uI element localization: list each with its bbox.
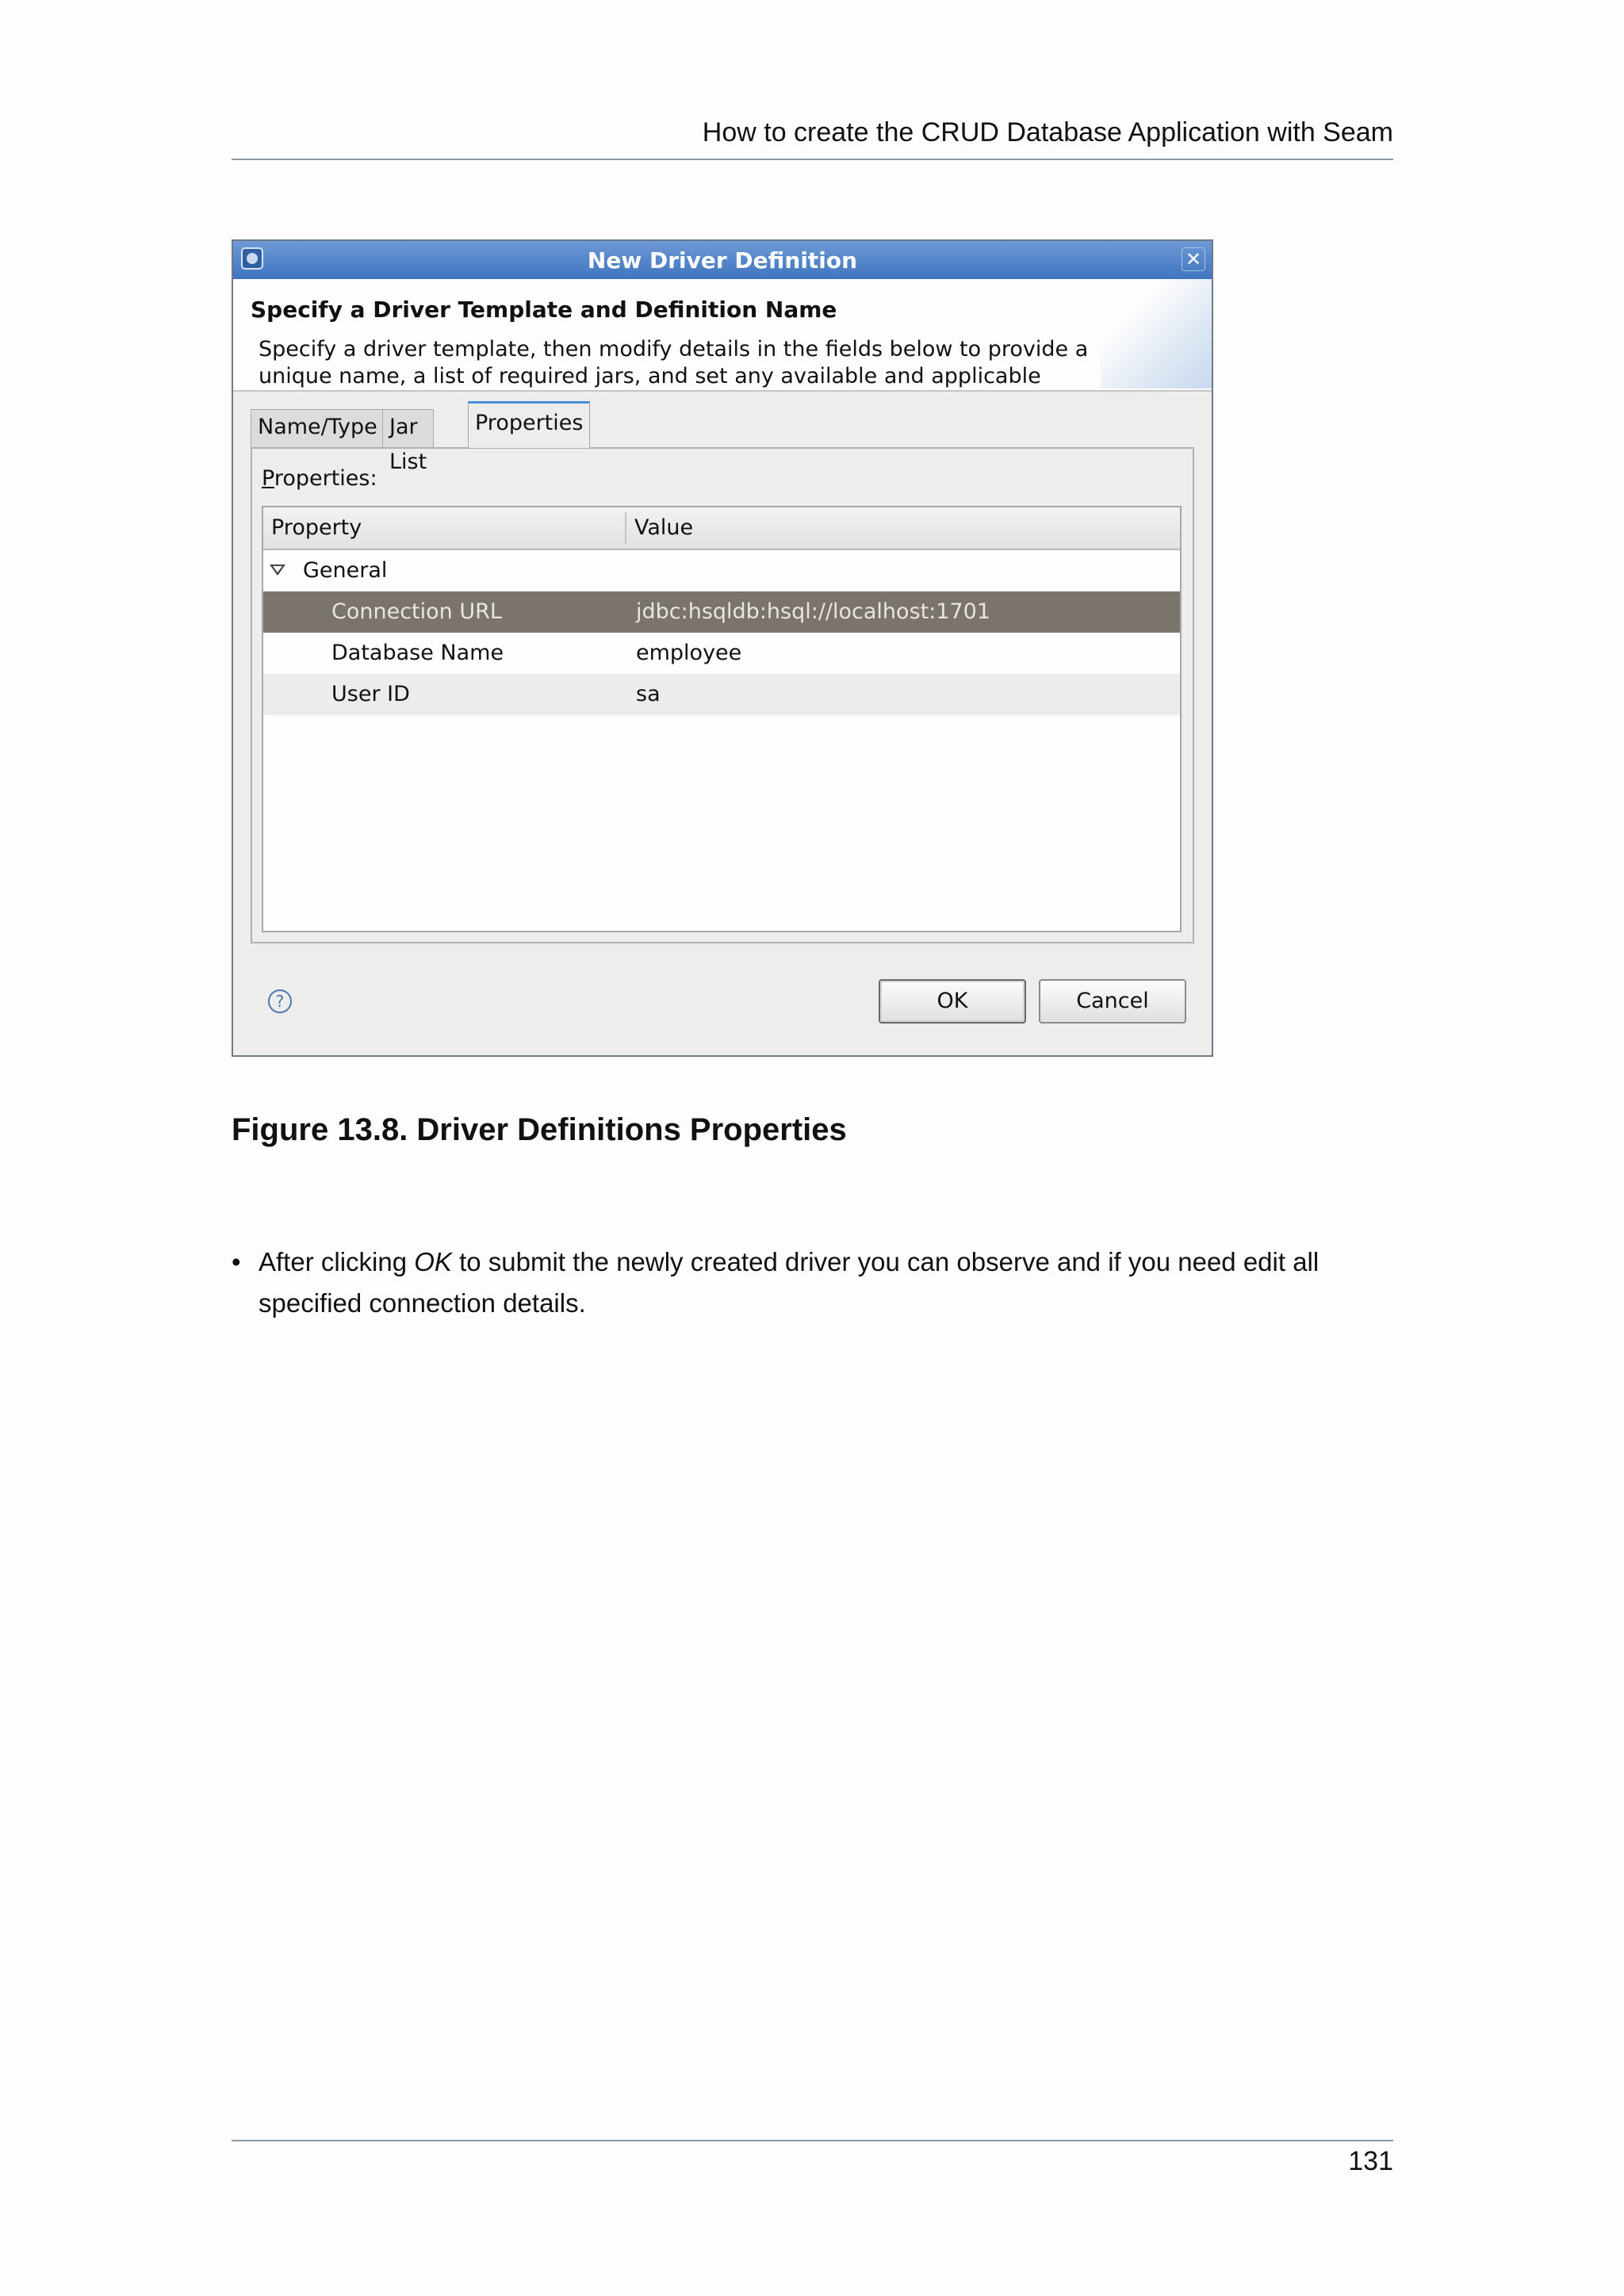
bullet-text-before: After clicking: [259, 1247, 415, 1276]
bullet-symbol: •: [232, 1247, 241, 1276]
dialog-banner: Specify a Driver Template and Definition…: [233, 279, 1212, 392]
page-number: 131: [1348, 2146, 1393, 2176]
banner-title: Specify a Driver Template and Definition…: [251, 297, 837, 323]
help-icon[interactable]: ?: [268, 989, 292, 1013]
cancel-button[interactable]: Cancel: [1039, 979, 1186, 1024]
table-row[interactable]: Connection URL jdbc:hsqldb:hsql://localh…: [263, 591, 1180, 633]
properties-panel: Properties: Property Value General Conne…: [251, 447, 1194, 943]
property-cell: Database Name: [331, 641, 504, 665]
properties-label-mnemonic: P: [262, 466, 274, 491]
value-cell[interactable]: jdbc:hsqldb:hsql://localhost:1701: [636, 591, 990, 633]
close-icon[interactable]: ✕: [1182, 247, 1205, 271]
dialog-titlebar[interactable]: New Driver Definition ✕: [233, 241, 1212, 280]
tab-properties[interactable]: Properties: [468, 401, 591, 448]
banner-decoration: [1101, 279, 1212, 388]
table-row[interactable]: User ID sa: [263, 674, 1180, 715]
column-header-value[interactable]: Value: [626, 507, 693, 549]
property-cell: Connection URL: [331, 599, 502, 624]
banner-description: Specify a driver template, then modify d…: [259, 337, 1089, 388]
triangle-down-icon[interactable]: [270, 564, 285, 576]
page-header-title: How to create the CRUD Database Applicat…: [702, 117, 1393, 147]
ok-button[interactable]: OK: [879, 979, 1026, 1024]
table-row[interactable]: Database Name employee: [263, 633, 1180, 674]
new-driver-definition-dialog: New Driver Definition ✕ Specify a Driver…: [232, 239, 1213, 1057]
figure-caption: Figure 13.8. Driver Definitions Properti…: [232, 1112, 847, 1147]
properties-table[interactable]: Property Value General Connection URL jd…: [262, 506, 1182, 932]
page-footer: 131: [232, 2140, 1393, 2176]
bullet-text: After clicking OK to submit the newly cr…: [259, 1242, 1396, 1324]
group-label: General: [303, 558, 388, 583]
properties-label-rest: roperties:: [274, 466, 377, 491]
table-header: Property Value: [263, 507, 1180, 550]
tab-name-type[interactable]: Name/Type: [251, 409, 385, 447]
value-cell[interactable]: employee: [636, 633, 741, 674]
value-cell[interactable]: sa: [636, 674, 661, 715]
properties-label: Properties:: [262, 466, 377, 491]
tab-jar-list[interactable]: Jar List: [382, 409, 435, 474]
page-header: How to create the CRUD Database Applicat…: [232, 111, 1393, 160]
property-cell: User ID: [331, 682, 410, 706]
dialog-title: New Driver Definition: [587, 247, 858, 274]
tree-group-general[interactable]: General: [263, 550, 1180, 591]
bullet-text-emphasis: OK: [414, 1247, 452, 1276]
column-header-property[interactable]: Property: [263, 507, 362, 549]
bullet-item: • After clicking OK to submit the newly …: [232, 1242, 1396, 1324]
